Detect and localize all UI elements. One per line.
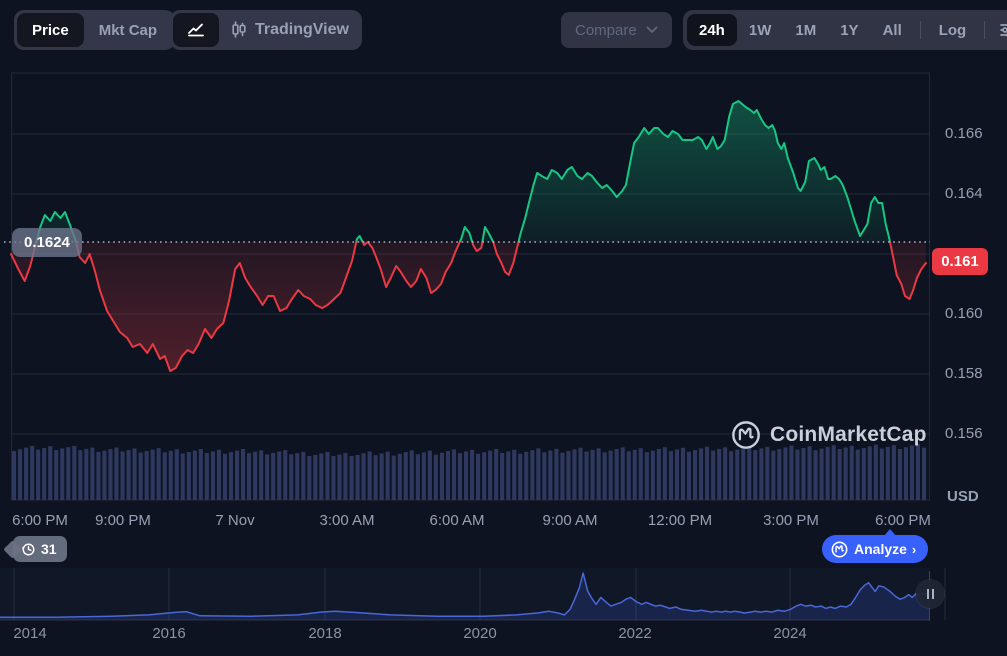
x-axis: 6:00 PM 9:00 PM 7 Nov 3:00 AM 6:00 AM 9:00 AM… [0,512,1007,534]
candlestick-icon[interactable] [231,21,247,39]
history-count-badge[interactable]: 31 [10,536,67,562]
coinmarketcap-watermark: CoinMarketCap [731,420,927,450]
range-tab-1m[interactable]: 1M [783,14,828,46]
x-axis-label: 6:00 AM [429,512,484,529]
navigator-year-label: 2022 [618,625,651,642]
range-tab-24h[interactable]: 24h [687,14,737,46]
mktcap-tab[interactable]: Mkt Cap [84,13,172,47]
navigator-year-label: 2014 [13,625,46,642]
x-axis-label: 6:00 PM [12,512,68,529]
x-axis-label: 3:00 PM [763,512,819,529]
chevron-down-icon [646,26,658,34]
chart-toolbar: Price Mkt Cap TradingView Compare [0,0,1007,58]
coinmarketcap-logo-icon [731,420,761,450]
volume-bars [12,444,926,500]
analyze-button[interactable]: Analyze › [822,535,928,563]
analyze-label: Analyze [854,541,907,557]
price-line-series [11,101,926,371]
x-axis-label: 12:00 PM [648,512,712,529]
analyze-pointer [884,529,896,536]
range-tab-all[interactable]: All [871,14,914,46]
line-chart-icon [186,21,206,39]
price-tab[interactable]: Price [17,13,84,47]
x-axis-label: 7 Nov [215,512,254,529]
divider [920,21,921,39]
cmc-logo-icon [831,541,848,558]
baseline-price-label: 0.1624 [12,228,82,257]
tradingview-toggle[interactable]: TradingView [255,21,349,39]
compare-button-label: Compare [575,22,637,39]
chart-type-toggle: TradingView [170,10,362,50]
clock-history-icon [21,542,36,557]
navigator-year-label: 2020 [463,625,496,642]
current-price-badge: 0.161 [932,248,988,275]
x-axis-label: 9:00 AM [542,512,597,529]
x-axis-label: 9:00 PM [95,512,151,529]
navigator-year-axis: 2014 2016 2018 2020 2022 2024 [0,625,1007,645]
history-navigator[interactable] [0,566,1007,626]
compare-button[interactable]: Compare [561,12,672,48]
range-tab-1w[interactable]: 1W [737,14,784,46]
chevron-right-icon: › [912,542,916,557]
line-chart-type-button[interactable] [173,13,219,47]
price-mktcap-toggle: Price Mkt Cap [14,10,175,50]
range-tab-1y[interactable]: 1Y [828,14,870,46]
x-axis-label: 3:00 AM [319,512,374,529]
x-axis-label: 6:00 PM [875,512,931,529]
navigator-resize-handle[interactable] [916,580,944,608]
watermark-text: CoinMarketCap [770,423,927,447]
history-count: 31 [41,541,57,557]
navigator-year-label: 2016 [152,625,185,642]
navigator-year-label: 2018 [308,625,341,642]
navigator-year-label: 2024 [773,625,806,642]
